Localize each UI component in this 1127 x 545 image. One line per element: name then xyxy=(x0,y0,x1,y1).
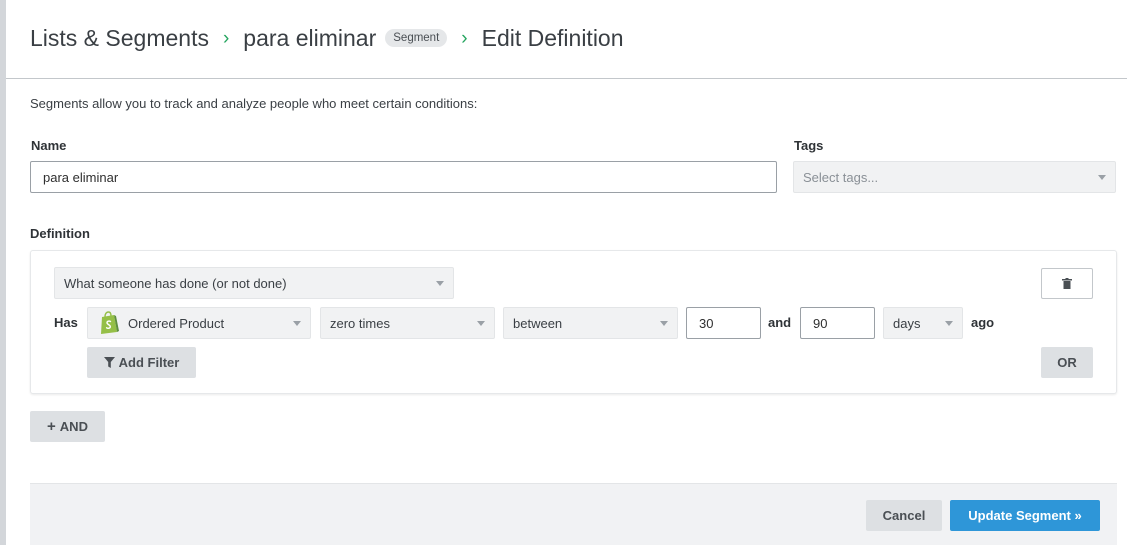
breadcrumb: Lists & Segments › para eliminar Segment… xyxy=(30,22,624,54)
caret-down-icon xyxy=(1098,175,1106,180)
time-unit-select[interactable]: days xyxy=(883,307,963,339)
tags-label: Tags xyxy=(794,138,824,153)
page-title: Edit Definition xyxy=(481,24,624,51)
range-to-input[interactable] xyxy=(800,307,875,339)
shopify-bag-icon xyxy=(101,311,119,334)
tags-placeholder: Select tags... xyxy=(803,169,879,185)
caret-down-icon xyxy=(660,321,668,326)
left-edge-strip xyxy=(0,0,6,545)
add-and-condition-button[interactable]: + AND xyxy=(30,411,105,442)
range-from-input[interactable] xyxy=(686,307,761,339)
or-label: OR xyxy=(1057,355,1077,370)
time-unit-value: days xyxy=(893,315,921,331)
update-segment-button[interactable]: Update Segment » xyxy=(950,500,1100,531)
frequency-value: zero times xyxy=(330,315,390,331)
caret-down-icon xyxy=(477,321,485,326)
caret-down-icon xyxy=(293,321,301,326)
trash-icon xyxy=(1062,278,1072,289)
name-label: Name xyxy=(31,138,67,153)
segment-badge: Segment xyxy=(385,29,448,47)
funnel-icon xyxy=(103,357,115,368)
frequency-select[interactable]: zero times xyxy=(320,307,495,339)
add-filter-button[interactable]: Add Filter xyxy=(87,347,196,378)
definition-label: Definition xyxy=(30,226,90,241)
and-connector-label: and xyxy=(768,315,792,330)
breadcrumb-segment-name[interactable]: para eliminar xyxy=(243,25,376,52)
intro-text: Segments allow you to track and analyze … xyxy=(30,96,478,111)
cancel-button[interactable]: Cancel xyxy=(866,500,942,531)
caret-down-icon xyxy=(436,281,444,286)
chevron-right-icon: › xyxy=(222,27,230,49)
range-type-value: between xyxy=(513,315,563,331)
delete-condition-button[interactable] xyxy=(1041,268,1093,299)
condition-type-select[interactable]: What someone has done (or not done) xyxy=(54,267,454,299)
and-button-label: AND xyxy=(59,419,88,434)
or-button[interactable]: OR xyxy=(1041,347,1093,378)
condition-type-value: What someone has done (or not done) xyxy=(64,275,287,291)
tags-select[interactable]: Select tags... xyxy=(793,161,1116,193)
metric-select[interactable]: Ordered Product xyxy=(87,307,311,339)
header-divider xyxy=(6,78,1127,79)
has-label: Has xyxy=(54,315,78,330)
plus-icon: + xyxy=(47,418,56,435)
range-type-select[interactable]: between xyxy=(503,307,678,339)
ago-label: ago xyxy=(971,315,995,330)
chevron-right-icon: › xyxy=(461,27,468,49)
caret-down-icon xyxy=(945,321,953,326)
breadcrumb-lists-segments[interactable]: Lists & Segments xyxy=(30,25,209,52)
metric-value: Ordered Product xyxy=(128,315,225,331)
add-filter-label: Add Filter xyxy=(118,355,180,370)
name-input[interactable] xyxy=(30,161,777,193)
